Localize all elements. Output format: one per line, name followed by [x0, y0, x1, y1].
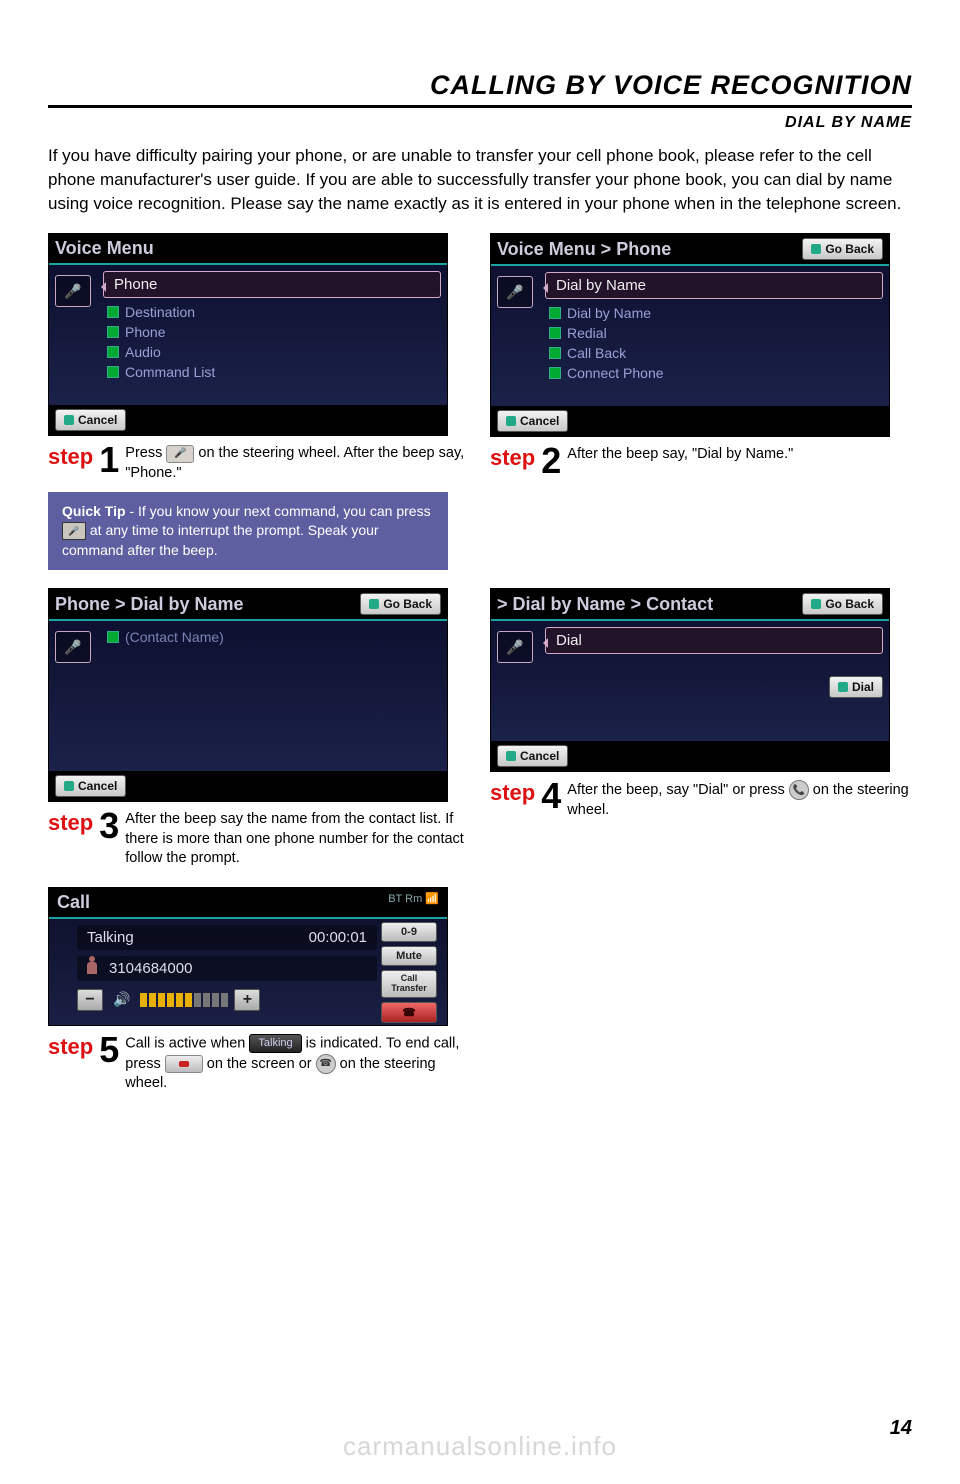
talking-indicator: Talking	[249, 1034, 301, 1053]
end-call-screen-icon	[165, 1055, 203, 1073]
go-back-button[interactable]: Go Back	[802, 238, 883, 260]
screen-title: Voice Menu	[55, 238, 154, 259]
list-item[interactable]: Dial by Name	[545, 303, 883, 323]
list-item[interactable]: Redial	[545, 323, 883, 343]
step-number: 3	[99, 810, 119, 842]
screenshot-dial-by-name: Phone > Dial by Name Go Back 🎤 (Contact …	[48, 588, 448, 802]
speaker-icon: 🔊	[113, 991, 130, 1008]
step-4-cell: > Dial by Name > Contact Go Back 🎤 Dial …	[490, 588, 912, 869]
step-word: step	[490, 445, 535, 471]
volume-down-button[interactable]: −	[77, 989, 103, 1011]
page-number: 14	[890, 1417, 912, 1440]
screen-title: Phone > Dial by Name	[55, 594, 244, 615]
step-number: 1	[99, 444, 119, 476]
cancel-button[interactable]: Cancel	[55, 775, 126, 797]
step-word: step	[490, 780, 535, 806]
contact-placeholder: (Contact Name)	[103, 627, 441, 647]
screen-title: Voice Menu > Phone	[497, 239, 671, 260]
screenshot-voice-menu-phone: Voice Menu > Phone Go Back 🎤 Dial by Nam…	[490, 233, 890, 437]
call-number-row: 3104684000	[77, 956, 377, 981]
list-item[interactable]: Connect Phone	[545, 363, 883, 383]
step-number: 4	[541, 780, 561, 812]
list-item[interactable]: Destination	[103, 302, 441, 322]
voice-icon: 🎤	[497, 631, 533, 663]
step-word: step	[48, 810, 93, 836]
watermark: carmanualsonline.info	[0, 1431, 960, 1462]
go-back-button[interactable]: Go Back	[360, 593, 441, 615]
step-3-cell: Phone > Dial by Name Go Back 🎤 (Contact …	[48, 588, 470, 869]
cancel-button[interactable]: Cancel	[497, 410, 568, 432]
step-description: After the beep, say "Dial" or press 📞 on…	[567, 780, 912, 820]
list-item[interactable]: Call Back	[545, 343, 883, 363]
end-call-wheel-icon: ☎	[316, 1054, 336, 1074]
step-2-cell: Voice Menu > Phone Go Back 🎤 Dial by Nam…	[490, 233, 912, 570]
screenshot-voice-menu: Voice Menu 🎤 Phone Destination Phone Aud…	[48, 233, 448, 436]
screen-title: > Dial by Name > Contact	[497, 594, 713, 615]
quick-tip: Quick Tip - If you know your next comman…	[48, 492, 448, 571]
screenshot-call: Call BT Rm 📶 Talking 00:00:01 3104684000…	[48, 887, 448, 1026]
step-description: After the beep say the name from the con…	[125, 810, 470, 869]
list-item[interactable]: Command List	[103, 362, 441, 382]
screen-title: Call	[57, 892, 90, 913]
selected-option[interactable]: Phone	[103, 271, 441, 298]
list-item[interactable]: Phone	[103, 322, 441, 342]
volume-row: − 🔊 +	[77, 989, 377, 1011]
page-subtitle: DIAL BY NAME	[48, 114, 912, 132]
step-number: 2	[541, 445, 561, 477]
talk-button-icon: 🎤	[62, 522, 86, 540]
call-status-row: Talking 00:00:01	[77, 925, 377, 950]
step-description: Press 🎤 on the steering wheel. After the…	[125, 444, 470, 483]
cancel-button[interactable]: Cancel	[55, 409, 126, 431]
step-description: Call is active when Talking is indicated…	[125, 1034, 470, 1094]
mute-button[interactable]: Mute	[381, 946, 437, 966]
dial-button[interactable]: Dial	[829, 676, 883, 698]
step-1-cell: Voice Menu 🎤 Phone Destination Phone Aud…	[48, 233, 470, 570]
status-icons: BT Rm 📶	[388, 892, 439, 913]
keypad-button[interactable]: 0-9	[381, 922, 437, 942]
voice-icon: 🎤	[55, 631, 91, 663]
title-rule	[48, 105, 912, 108]
volume-up-button[interactable]: +	[234, 989, 260, 1011]
voice-icon: 🎤	[55, 275, 91, 307]
selected-option[interactable]: Dial by Name	[545, 272, 883, 299]
volume-bars	[140, 993, 228, 1007]
step-5-cell: Call BT Rm 📶 Talking 00:00:01 3104684000…	[48, 887, 470, 1094]
intro-paragraph: If you have difficulty pairing your phon…	[48, 144, 912, 215]
list-item[interactable]: Audio	[103, 342, 441, 362]
go-back-button[interactable]: Go Back	[802, 593, 883, 615]
screenshot-contact: > Dial by Name > Contact Go Back 🎤 Dial …	[490, 588, 890, 772]
voice-icon: 🎤	[497, 276, 533, 308]
step-word: step	[48, 444, 93, 470]
step-number: 5	[99, 1034, 119, 1066]
cancel-button[interactable]: Cancel	[497, 745, 568, 767]
page-title: CALLING BY VOICE RECOGNITION	[48, 70, 912, 101]
end-call-button[interactable]: ☎	[381, 1002, 437, 1023]
step-description: After the beep say, "Dial by Name."	[567, 445, 912, 465]
person-icon	[87, 962, 97, 974]
call-transfer-button[interactable]: Call Transfer	[381, 970, 437, 998]
step-word: step	[48, 1034, 93, 1060]
selected-option[interactable]: Dial	[545, 627, 883, 654]
talk-button-icon: 🎤	[166, 445, 194, 463]
phone-button-icon: 📞	[789, 780, 809, 800]
